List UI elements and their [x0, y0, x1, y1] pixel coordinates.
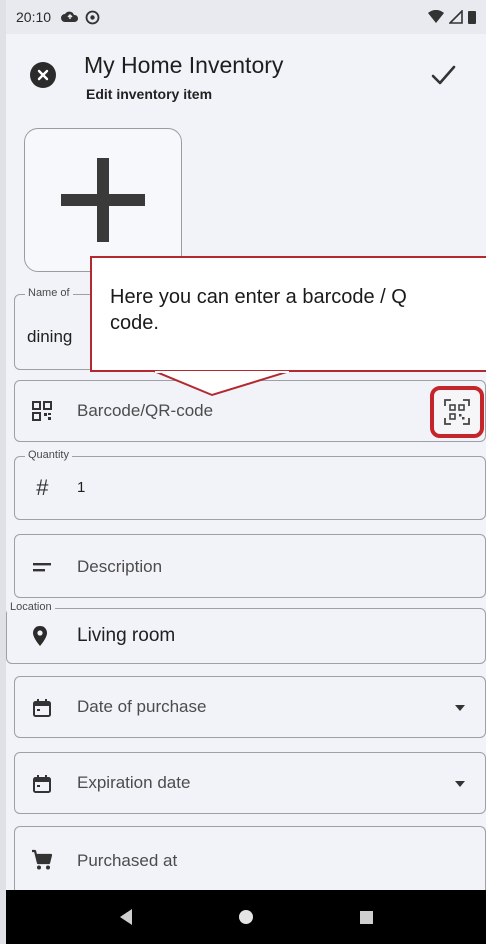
cloud-icon — [61, 11, 79, 22]
tooltip-line-2: code. — [110, 312, 159, 334]
calendar-icon — [29, 771, 55, 797]
barcode-placeholder: Barcode/QR-code — [77, 401, 214, 420]
chevron-down-icon — [455, 705, 465, 711]
battery-icon — [468, 11, 476, 24]
status-time: 20:10 — [16, 9, 52, 25]
quantity-legend: Quantity — [25, 449, 72, 461]
form-content: Name of dining Barcode/QR-code Quantity … — [6, 124, 486, 896]
plus-icon — [61, 158, 145, 242]
home-icon[interactable] — [238, 909, 254, 925]
location-value: Living room — [77, 625, 176, 646]
name-field-legend: Name of — [25, 287, 73, 299]
check-icon — [431, 65, 456, 85]
app-subtitle: Edit inventory item — [86, 86, 213, 102]
expiration-date-field[interactable]: Expiration date — [14, 752, 486, 814]
location-field[interactable]: Location Living room — [6, 601, 486, 664]
shopping-cart-icon — [29, 847, 55, 873]
location-legend: Location — [7, 601, 55, 613]
qr-code-icon — [29, 398, 55, 424]
app-title: My Home Inventory — [84, 52, 284, 78]
notes-icon — [29, 554, 55, 580]
purchased-at-placeholder: Purchased at — [77, 851, 178, 870]
recents-icon[interactable] — [359, 910, 374, 925]
calendar-icon — [29, 695, 55, 721]
status-bar: 20:10 — [6, 0, 486, 34]
wifi-icon — [428, 10, 444, 23]
signal-icon — [449, 10, 463, 24]
quantity-value: 1 — [77, 479, 86, 496]
app-screen: 20:10 My Home Inventory Edit inventory i… — [0, 0, 486, 944]
tooltip-arrow — [154, 371, 290, 397]
tooltip-line-1: Here you can enter a barcode / Q — [110, 286, 407, 308]
date-of-purchase-placeholder: Date of purchase — [77, 697, 207, 716]
expiration-date-placeholder: Expiration date — [77, 773, 191, 792]
purchased-at-field[interactable]: Purchased at — [14, 826, 486, 896]
description-placeholder: Description — [77, 557, 163, 576]
save-button[interactable] — [428, 60, 458, 90]
onboarding-tooltip: Here you can enter a barcode / Q code. — [90, 256, 486, 372]
chevron-down-icon — [455, 781, 465, 787]
description-field[interactable]: Description — [14, 534, 486, 598]
app-bar: My Home Inventory Edit inventory item — [6, 34, 486, 124]
date-of-purchase-field[interactable]: Date of purchase — [14, 676, 486, 738]
close-icon — [37, 69, 49, 81]
location-pin-icon — [27, 623, 53, 649]
close-button[interactable] — [30, 62, 56, 88]
scan-barcode-button[interactable] — [430, 386, 484, 438]
navigation-bar — [6, 890, 486, 944]
hash-icon: # — [35, 475, 49, 500]
qr-scan-icon — [444, 399, 470, 425]
add-photo-button[interactable] — [24, 128, 182, 272]
name-field-value: dining — [27, 327, 73, 346]
quantity-field[interactable]: Quantity # 1 — [14, 449, 486, 520]
sync-icon — [85, 10, 100, 24]
back-icon[interactable] — [118, 908, 134, 926]
